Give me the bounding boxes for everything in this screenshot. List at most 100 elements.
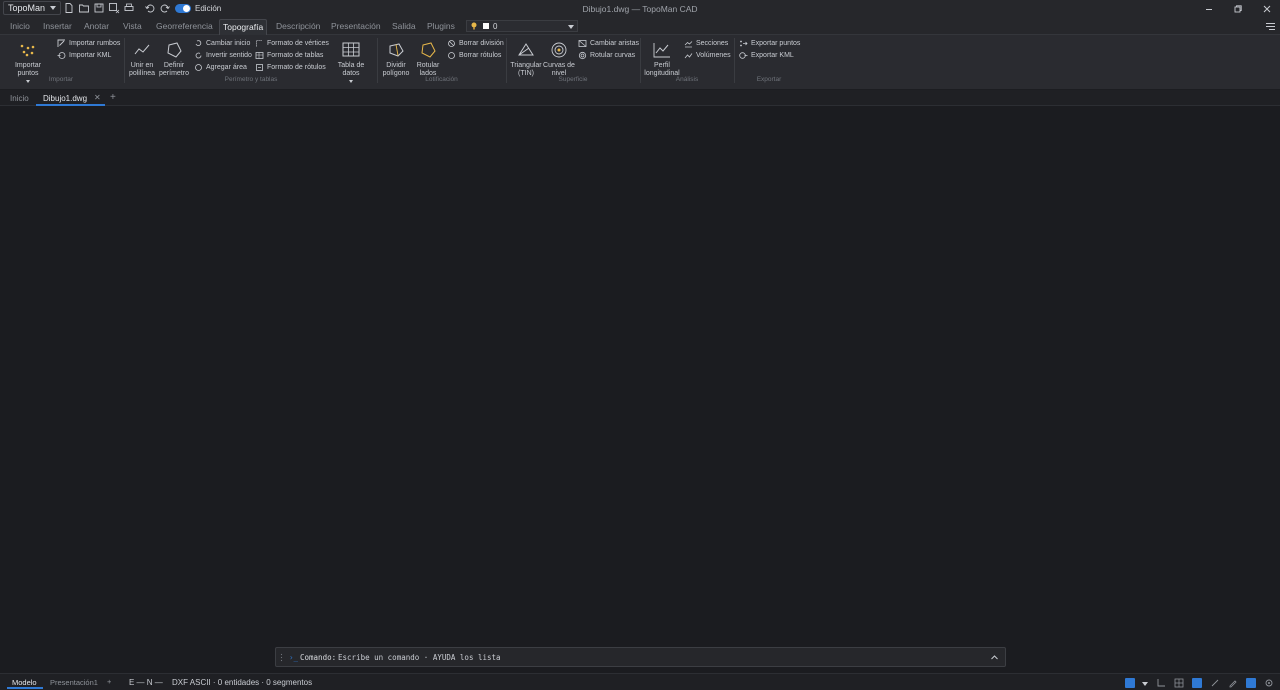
drawing-canvas[interactable] [0,107,1280,673]
save-icon[interactable] [93,2,105,14]
vertex-format-button[interactable]: Formato de vértices [255,39,329,48]
layer-name: 0 [493,22,498,31]
osnap-icon[interactable] [1192,678,1202,688]
group-label-superficie: Superficie [558,76,588,83]
redo-icon[interactable] [159,2,171,14]
sections-button[interactable]: Secciones [684,39,728,48]
minimize-icon[interactable] [1203,3,1215,15]
new-file-icon[interactable] [63,2,75,14]
polyline-icon [134,44,150,55]
ribbon-tab-bar: Inicio Insertar Anotar Vista Georreferen… [0,18,1280,35]
define-perimeter-button[interactable]: Definir perímetro [158,40,190,78]
group-label-exportar: Exportar [756,76,782,83]
import-bearings-label: Importar rumbos [69,40,121,47]
add-layout-button[interactable]: + [107,677,111,686]
chevron-up-icon[interactable] [990,653,999,662]
file-info: DXF ASCII · 0 entidades · 0 segmentos [172,678,313,687]
points-icon [20,44,35,57]
add-tab-icon[interactable]: + [110,92,116,103]
table-format-button[interactable]: Formato de tablas [255,51,323,60]
contour-icon [551,42,567,58]
settings-icon[interactable] [1264,678,1274,688]
change-edges-button[interactable]: Cambiar aristas [578,39,639,48]
add-area-button[interactable]: Agregar área [194,63,247,72]
edges-icon [578,40,587,47]
reverse-direction-button[interactable]: Invertir sentido [194,51,252,60]
tab-presentacion[interactable]: Presentación [331,21,381,31]
label-sides-button[interactable]: Rotular lados [413,40,443,78]
doc-tab-active[interactable]: Dibujo1.dwg [43,94,87,103]
edit-mode-toggle[interactable] [175,4,191,13]
rotate-icon [195,40,202,46]
doc-tab-home[interactable]: Inicio [10,94,29,103]
close-tab-icon[interactable]: ✕ [94,93,101,102]
polygon-icon [167,42,182,58]
tab-vista[interactable]: Vista [123,21,142,31]
ortho-icon[interactable] [1156,678,1166,688]
label-format-button[interactable]: Formato de rótulos [255,63,326,72]
import-kml-button[interactable]: Importar KML [57,51,111,60]
contours-label-1: Curvas de [543,62,575,69]
triangulate-tin-button[interactable]: Triangular (TIN) [509,40,543,78]
change-start-button[interactable]: Cambiar inicio [194,39,250,48]
delete-division-button[interactable]: Borrar división [447,39,504,48]
label-contours-button[interactable]: Rotular curvas [578,51,635,60]
chevron-down-icon [50,6,57,10]
grid-icon[interactable] [1174,678,1184,688]
tab-georreferencia[interactable]: Georreferencia [156,21,213,31]
open-folder-icon[interactable] [78,2,90,14]
volumes-label: Volúmenes [696,52,731,59]
layer-color-swatch [483,23,489,29]
ribbon-menu-icon[interactable] [1265,22,1276,31]
command-label: Comando: [300,653,337,662]
area-icon [195,64,202,71]
label-contours-label: Rotular curvas [590,52,636,59]
app-menu-button[interactable]: TopoMan [3,1,62,15]
save-as-icon[interactable] [108,2,120,14]
close-icon[interactable] [1261,3,1273,15]
join-polyline-label-1: Unir en [130,62,154,69]
tab-topografia[interactable]: Topografía [219,19,268,35]
import-bearings-button[interactable]: Importar rumbos [57,39,120,48]
divide-polygon-button[interactable]: Dividir polígono [381,40,411,78]
tab-model[interactable]: Modelo [12,678,37,687]
title-bar: TopoMan Edición Dibujo1.dwg — TopoMan CA… [0,0,1280,18]
vertex-icon [256,40,263,47]
coordinates-readout: E — N — [129,678,163,687]
contour-label-icon [578,51,587,60]
lineweight-icon[interactable] [1246,678,1256,688]
tab-salida[interactable]: Salida [392,21,416,31]
tab-inicio[interactable]: Inicio [10,21,30,31]
tab-plugins[interactable]: Plugins [427,21,455,31]
volumes-button[interactable]: Volúmenes [684,51,731,60]
contours-button[interactable]: Curvas de nivel [543,40,575,78]
tab-anotar[interactable]: Anotar [84,21,109,31]
print-icon[interactable] [123,2,135,14]
longitudinal-profile-button[interactable]: Perfil longitudinal [643,40,681,78]
delete-labels-button[interactable]: Borrar rótulos [447,51,501,60]
export-kml-button[interactable]: Exportar KML [739,51,794,60]
lightbulb-icon[interactable] [471,22,477,30]
join-polyline-button[interactable]: Unir en polilínea [127,40,157,78]
polar-icon[interactable] [1210,678,1220,688]
active-layout-indicator [7,687,43,689]
change-edges-label: Cambiar aristas [590,40,640,47]
chevron-down-icon[interactable] [1142,682,1148,686]
layer-dropdown[interactable]: 0 [466,20,578,32]
grid-snap-icon[interactable] [1125,678,1135,688]
tab-descripcion[interactable]: Descripción [276,21,320,31]
export-points-button[interactable]: Exportar puntos [739,39,800,48]
undo-icon[interactable] [144,2,156,14]
volume-icon [684,53,693,59]
tab-insertar[interactable]: Insertar [43,21,72,31]
drag-handle-icon[interactable] [280,653,283,662]
restore-icon[interactable] [1232,3,1244,15]
dynamic-input-icon[interactable] [1228,678,1238,688]
group-label-lotificacion: Lotificación [425,76,458,83]
profile-chart-icon [653,43,670,58]
command-input[interactable] [338,651,978,664]
prompt-icon: ›_ [289,653,299,662]
export-points-label: Exportar puntos [751,40,801,47]
tab-layout[interactable]: Presentación1 [50,678,98,687]
group-separator [506,38,507,83]
